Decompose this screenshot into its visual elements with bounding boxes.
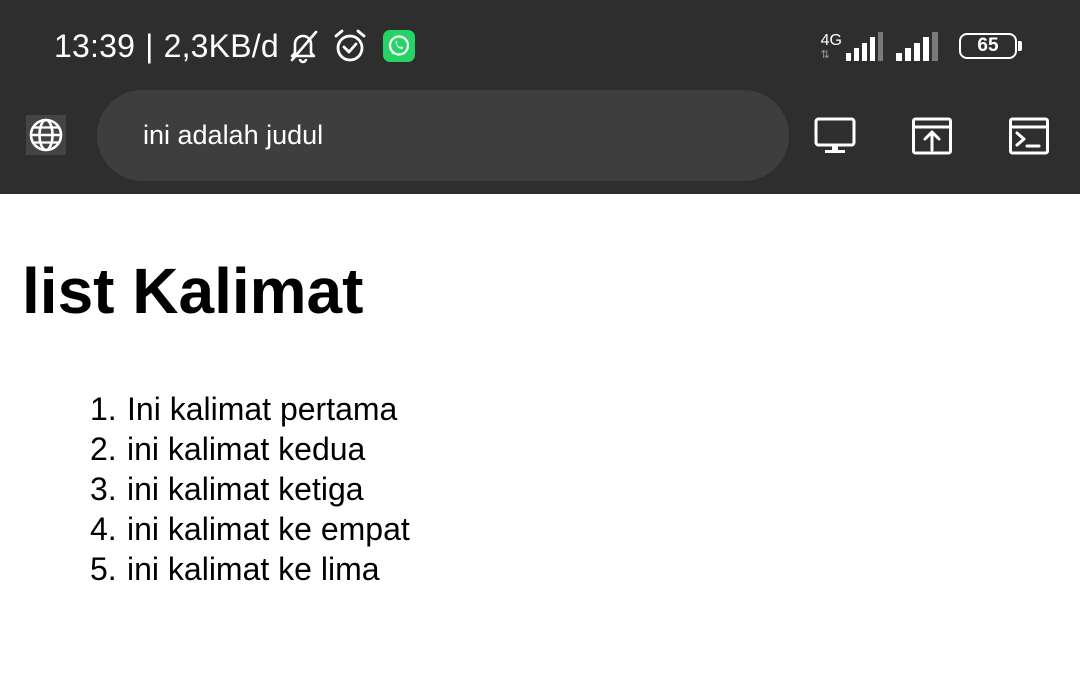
terminal-icon [1009, 117, 1049, 155]
open-external-icon [912, 117, 952, 155]
signal-icon [896, 32, 938, 61]
signal-icon [846, 32, 883, 61]
address-text: ini adalah judul [143, 120, 324, 150]
list-item-number: 2. [90, 431, 117, 467]
list-item-text: ini kalimat kedua [127, 431, 366, 467]
battery-level: 65 [977, 35, 999, 56]
whatsapp-icon [382, 30, 415, 62]
desktop-mode-button[interactable] [814, 116, 856, 156]
list-item: 1. Ini kalimat pertama [90, 389, 410, 429]
list-item-text: ini kalimat ke lima [127, 551, 380, 587]
list-item-number: 4. [90, 511, 117, 547]
status-time: 13:39 [54, 27, 136, 64]
bell-off-icon [285, 28, 321, 64]
network-indicator: 4G ⇅ [821, 31, 883, 61]
status-separator: | [145, 27, 154, 64]
list-item-number: 1. [90, 391, 117, 427]
list-item: 5. ini kalimat ke lima [90, 549, 410, 589]
list-item: 2. ini kalimat kedua [90, 429, 410, 469]
status-right: 4G ⇅ 65 [821, 26, 1022, 66]
list-item: 3. ini kalimat ketiga [90, 469, 410, 509]
list-item-text: ini kalimat ketiga [127, 471, 364, 507]
globe-button[interactable] [26, 115, 66, 155]
sentence-list: 1. Ini kalimat pertama 2. ini kalimat kedu… [90, 389, 410, 589]
data-arrows-icon: ⇅ [820, 49, 830, 61]
list-item-text: Ini kalimat pertama [127, 391, 398, 427]
page-content: list Kalimat 1. Ini kalimat pertama 2. ini… [0, 194, 1080, 678]
page-title: list Kalimat [22, 255, 364, 327]
status-data-speed: 2,3KB/d [163, 27, 279, 64]
list-item-text: ini kalimat ke empat [127, 511, 410, 547]
console-button[interactable] [1008, 116, 1050, 156]
list-item-number: 5. [90, 551, 117, 587]
alarm-icon [331, 27, 369, 65]
address-bar[interactable]: ini adalah judul [97, 90, 789, 181]
browser-toolbar: ini adalah judul [0, 90, 1080, 194]
list-item-number: 3. [90, 471, 117, 507]
open-external-button[interactable] [911, 116, 953, 156]
desktop-icon [814, 117, 856, 153]
status-bar: 13:39 | 2,3KB/d 4G ⇅ 65 [0, 0, 1080, 90]
status-left: 13:39 | 2,3KB/d [54, 26, 415, 66]
network-type: 4G [820, 32, 842, 49]
list-item: 4. ini kalimat ke empat [90, 509, 410, 549]
globe-icon [29, 118, 63, 152]
battery-icon: 65 [959, 33, 1022, 59]
